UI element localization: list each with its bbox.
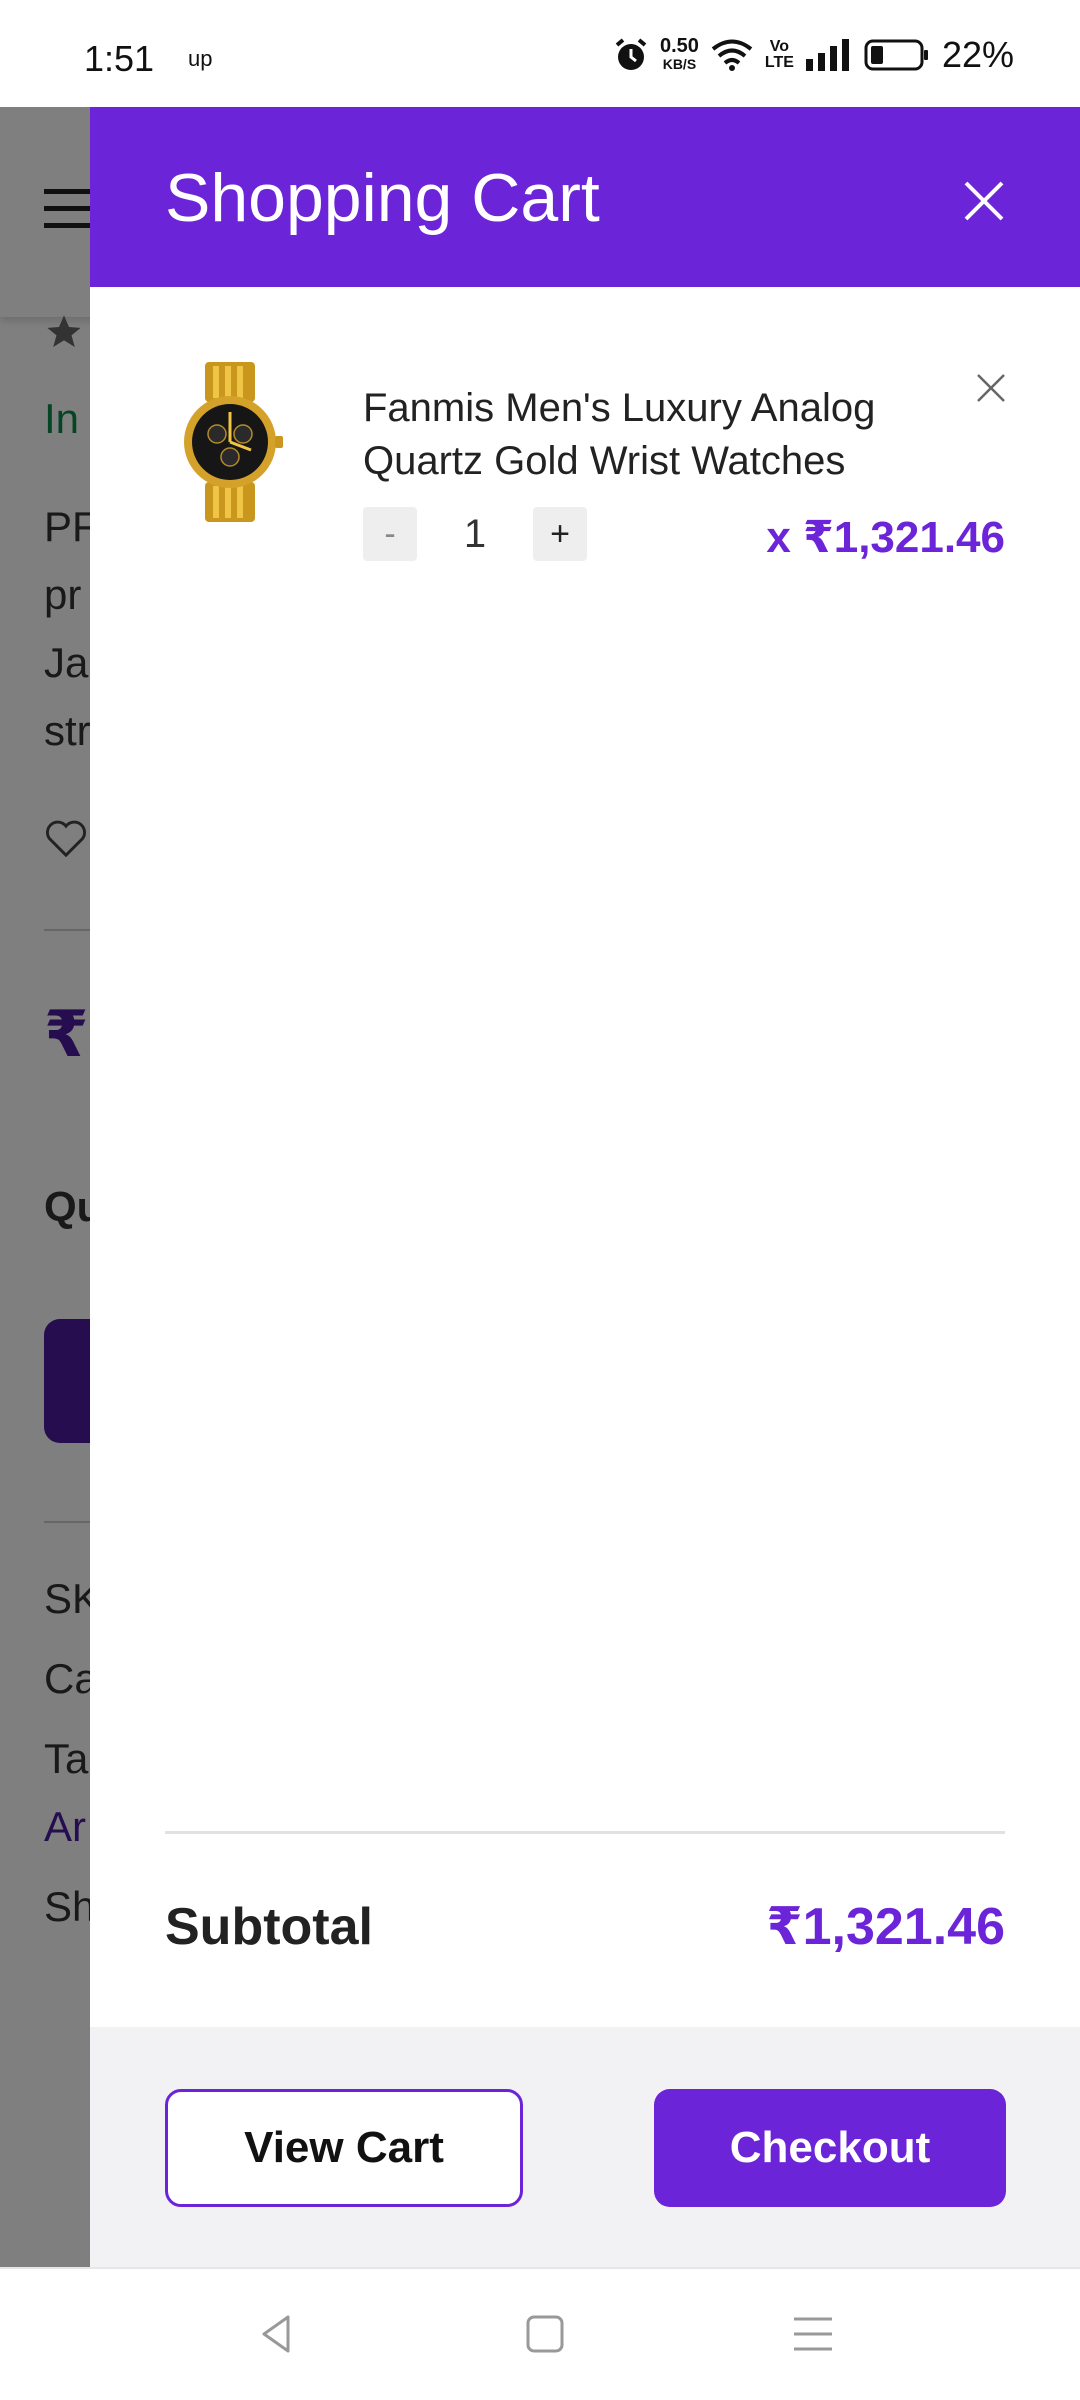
battery-percent: 22% [941, 34, 1014, 75]
cart-item-name[interactable]: Fanmis Men's Luxury Analog Quartz Gold W… [363, 382, 933, 488]
close-icon[interactable] [958, 175, 1010, 227]
quantity-stepper: - 1 + [363, 507, 587, 561]
cart-footer: View Cart Checkout [90, 2027, 1080, 2267]
remove-item-icon[interactable] [975, 372, 1007, 404]
volte-top: Vo [769, 38, 790, 55]
status-right: 0.50 KB/S Vo LTE 22% [614, 34, 1014, 76]
menu-icon[interactable] [788, 2309, 838, 2359]
subtotal-label: Subtotal [165, 1898, 373, 1956]
home-icon[interactable] [520, 2309, 570, 2359]
quantity-increase-button[interactable]: + [533, 507, 587, 561]
volte-indicator: Vo LTE [765, 39, 794, 71]
battery-icon [864, 39, 928, 71]
quantity-value[interactable]: 1 [417, 512, 533, 557]
cart-item-price: x ₹1,321.46 [766, 513, 1005, 562]
subtotal-value: ₹1,321.46 [766, 1898, 1005, 1956]
quantity-decrease-button[interactable]: - [363, 507, 417, 561]
network-speed-value: 0.50 [659, 35, 699, 57]
wifi-icon [711, 39, 753, 71]
cart-item: Fanmis Men's Luxury Analog Quartz Gold W… [165, 362, 1007, 562]
alarm-icon [615, 38, 647, 70]
system-nav-bar [0, 2267, 1080, 2400]
status-bar: 1:51 up 0.50 KB/S Vo LTE 22% [0, 0, 1080, 107]
back-icon[interactable] [252, 2309, 302, 2359]
cart-title: Shopping Cart [165, 160, 600, 236]
signal-icon [805, 39, 849, 71]
volte-bottom: LTE [764, 54, 794, 71]
network-speed: 0.50 KB/S [659, 35, 699, 73]
screen: 1:51 up 0.50 KB/S Vo LTE 22% Shopping Ca… [0, 0, 1080, 2400]
status-up-indicator: up [188, 46, 213, 71]
cart-drawer: Shopping Cart Fanmis Men's Luxury Analog… [90, 107, 1080, 2267]
watch-thumbnail[interactable] [165, 362, 295, 522]
checkout-button[interactable]: Checkout [654, 2089, 1006, 2207]
status-time: 1:51 [84, 38, 155, 79]
cart-header: Shopping Cart [90, 107, 1080, 287]
subtotal-divider [165, 1831, 1005, 1834]
view-cart-button[interactable]: View Cart [165, 2089, 523, 2207]
network-speed-unit: KB/S [662, 56, 697, 72]
